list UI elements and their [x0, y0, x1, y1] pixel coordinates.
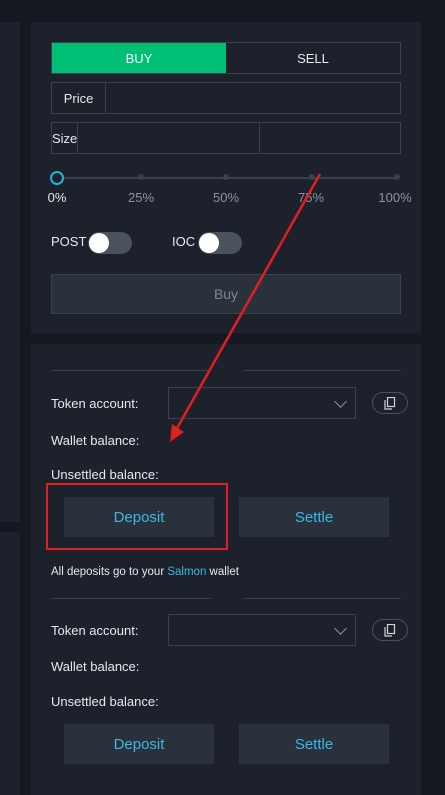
annotation-arrow-icon: [170, 173, 322, 442]
